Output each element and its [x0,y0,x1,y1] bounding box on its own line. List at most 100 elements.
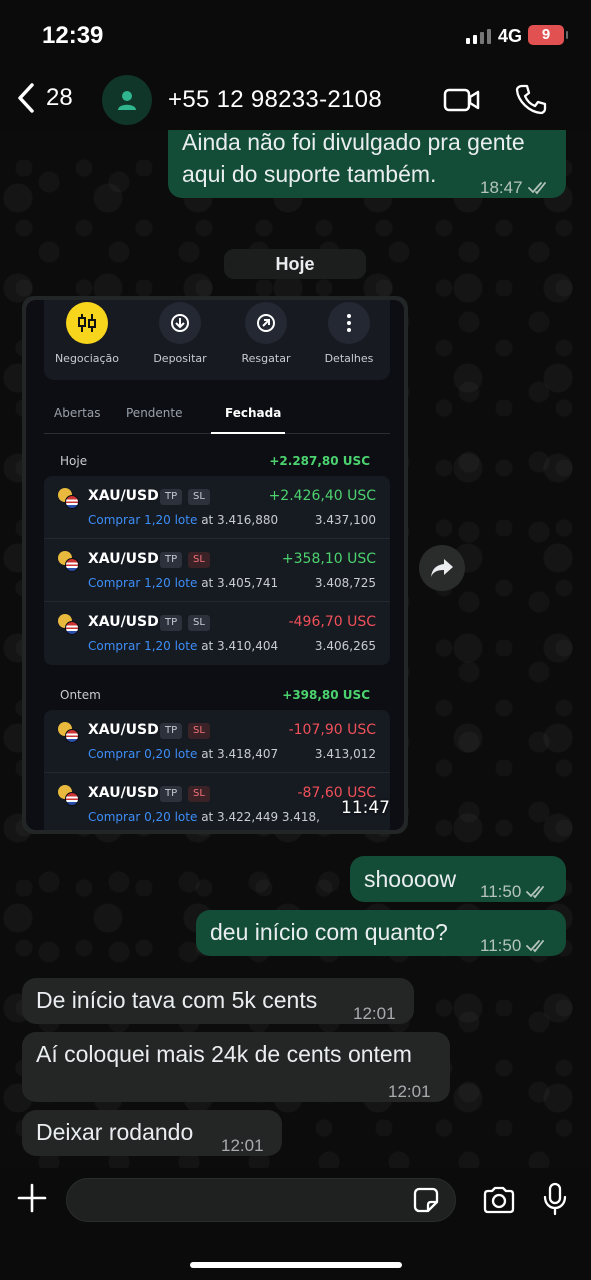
home-indicator [190,1262,402,1268]
group-total: +398,80 USC [282,688,370,702]
voice-message-button[interactable] [541,1182,569,1221]
trade-row: XAU/USD TP SL -496,70 USC Comprar 1,20 l… [44,602,390,665]
double-check-icon [527,181,550,195]
avatar[interactable] [102,75,152,125]
group-title: Ontem [60,688,101,702]
forward-button[interactable] [419,545,465,591]
arrow-up-right-icon [245,302,287,344]
trade-side: Comprar 1,20 lote [88,639,198,653]
voice-call-button[interactable] [514,82,548,121]
message-text: De início tava com 5k cents [36,987,318,1013]
unread-count: 28 [46,84,73,111]
forward-icon [431,559,453,577]
tp-badge: TP [160,723,183,739]
trade-symbol: XAU/USD [88,488,159,504]
action-detalhes: Detalhes [306,300,392,365]
tab-abertas: Abertas [54,406,101,420]
trade-detail: Comprar 1,20 lote at 3.416,880 [88,513,278,527]
video-camera-icon [443,88,480,112]
attach-button[interactable] [16,1182,48,1219]
trading-actions: Negociação Depositar Resgatar Detalhes [44,300,390,380]
message-text: Deixar rodando [36,1119,194,1145]
trade-row: XAU/USD TP SL +2.426,40 USC Comprar 1,20… [44,476,390,539]
trade-pnl: +358,10 USC [281,551,376,567]
trade-close-price: 3.418, [281,810,320,824]
gold-usd-icon [58,551,80,573]
message-meta: 11:50 [480,876,548,908]
chevron-left-icon [18,83,34,113]
action-label: Depositar [153,352,207,365]
message-text: Ainda não foi divulgado pra gente [182,129,525,155]
message-bubble-outgoing[interactable]: shoooow 11:50 [350,856,566,902]
trade-open-price: at 3.416,880 [201,513,279,527]
back-button[interactable]: 28 [16,82,73,114]
sl-badge: SL [188,723,210,739]
more-vertical-icon [328,302,370,344]
trade-close-price: 3.413,012 [314,747,376,761]
message-bubble-incoming[interactable]: Aí coloquei mais 24k de cents ontem 12:0… [22,1032,450,1102]
trade-symbol: XAU/USD [88,551,159,567]
message-bubble-incoming[interactable]: De início tava com 5k cents 12:01 [22,978,414,1024]
message-time: 12:01 [221,1136,264,1155]
message-input[interactable] [66,1178,456,1222]
trade-row: XAU/USD TP SL +358,10 USC Comprar 1,20 l… [44,539,390,602]
message-text: Aí coloquei mais 24k de cents ontem [36,1041,412,1067]
image-message[interactable]: Negociação Depositar Resgatar Detalhes A… [22,296,408,834]
signal-icon [466,29,491,44]
message-time: 12:01 [353,1004,396,1023]
message-bubble-outgoing[interactable]: Ainda não foi divulgado pra gente aqui d… [168,118,566,198]
message-text: deu início com quanto? [210,919,448,945]
trade-pnl: +2.426,40 USC [268,488,376,504]
message-bubble-incoming[interactable]: Deixar rodando 12:01 [22,1110,282,1156]
date-separator: Hoje [224,249,366,279]
trade-list: XAU/USD TP SL +2.426,40 USC Comprar 1,20… [44,476,390,665]
tab-pendente: Pendente [126,406,183,420]
group-title: Hoje [60,454,88,468]
gold-usd-icon [58,722,80,744]
message-time: 12:01 [388,1082,431,1101]
camera-button[interactable] [482,1186,516,1219]
trade-close-price: 3.437,100 [314,513,376,527]
tp-badge: TP [160,489,183,505]
trade-close-price: 3.408,725 [314,576,376,590]
message-composer [0,1168,591,1280]
message-text: aqui do suporte também. [182,161,437,187]
trade-pnl: -107,90 USC [288,722,376,738]
trade-open-price: at 3.422,449 [201,810,279,824]
video-call-button[interactable] [443,86,481,119]
message-bubble-outgoing[interactable]: deu início com quanto? 11:50 [196,910,566,956]
trade-symbol: XAU/USD [88,722,159,738]
sticker-button[interactable] [412,1186,440,1219]
person-icon [118,91,136,110]
action-label: Resgatar [241,352,291,365]
trade-side: Comprar 1,20 lote [88,576,198,590]
trade-side: Comprar 1,20 lote [88,513,198,527]
plus-icon [17,1183,47,1213]
contact-name[interactable]: +55 12 98233-2108 [168,86,382,114]
tp-badge: TP [160,786,183,802]
sl-badge: SL [188,615,210,631]
battery-icon: 9 [528,25,568,45]
action-label: Detalhes [324,352,374,365]
gold-usd-icon [58,488,80,510]
network-type: 4G [498,26,523,46]
microphone-icon [543,1182,567,1216]
trade-symbol: XAU/USD [88,614,159,630]
sl-badge: SL [188,786,210,802]
message-meta: 12:01 [221,1130,264,1162]
message-time: 11:50 [480,882,522,901]
double-check-icon [526,939,548,953]
tab-underline [211,432,285,434]
download-icon [159,302,201,344]
candles-icon [66,302,108,344]
trade-tabs: Abertas Pendente Fechada [44,400,390,434]
action-negociacao: Negociação [44,300,130,365]
gold-usd-icon [58,785,80,807]
sticker-icon [413,1187,439,1213]
message-time: 11:50 [480,936,522,955]
trade-open-price: at 3.418,407 [201,747,279,761]
trade-row: XAU/USD TP SL -107,90 USC Comprar 0,20 l… [44,710,390,773]
trade-detail: Comprar 1,20 lote at 3.405,741 [88,576,278,590]
message-text: shoooow [364,866,457,892]
tab-fechada: Fechada [225,406,282,420]
